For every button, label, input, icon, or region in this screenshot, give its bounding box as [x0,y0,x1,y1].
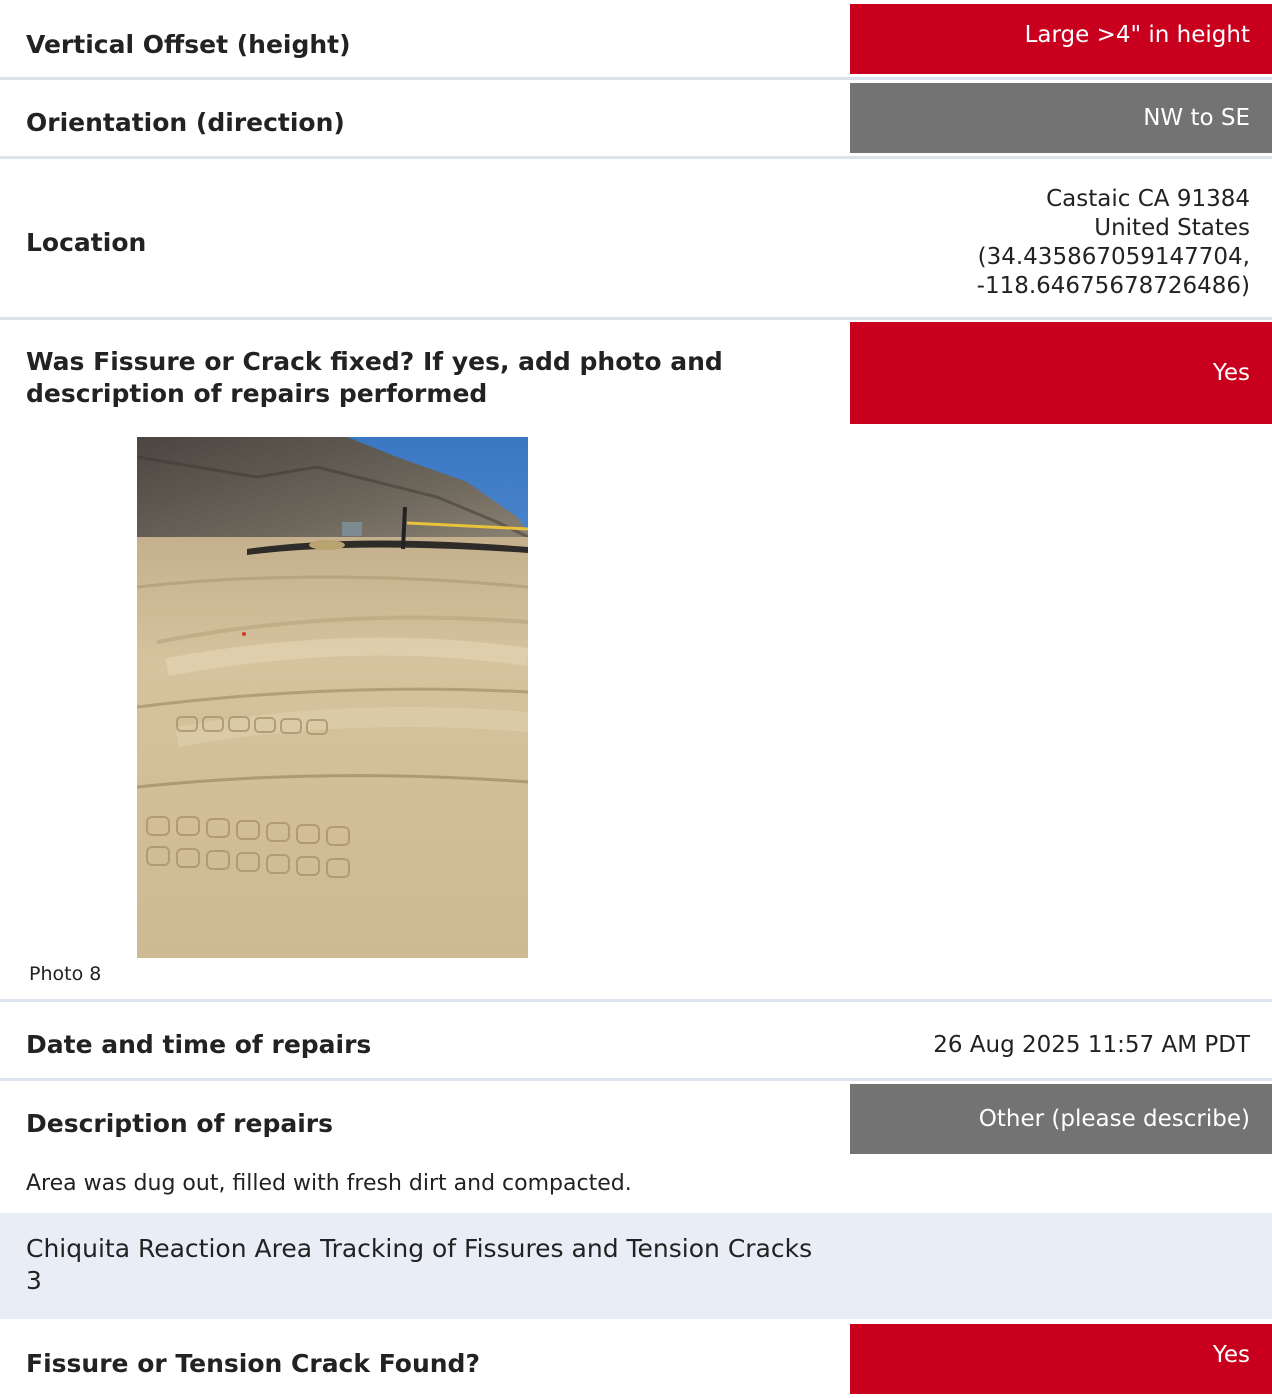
location-line: United States [1094,215,1250,241]
orientation-value-text: NW to SE [1143,105,1250,131]
divider [0,77,1272,80]
orientation-value: NW to SE [850,83,1272,153]
found-value-text: Yes [1212,1342,1250,1368]
location-line: Castaic CA 91384 [1046,186,1250,212]
location-line: -118.64675678726486) [976,273,1250,299]
divider [0,999,1272,1002]
fixed-value-text: Yes [1212,360,1250,386]
fixed-label: Was Fissure or Crack fixed? If yes, add … [26,347,723,408]
repair-description-value: Other (please describe) [850,1084,1272,1154]
divider [0,317,1272,320]
repair-description-label: Description of repairs [26,1109,333,1138]
divider [0,1078,1272,1081]
divider [0,156,1272,159]
vertical-offset-value: Large >4" in height [850,4,1272,74]
repair-photo[interactable] [137,437,528,958]
vertical-offset-label: Vertical Offset (height) [26,30,351,59]
location-label: Location [26,228,147,257]
vertical-offset-value-text: Large >4" in height [1024,22,1250,48]
location-value: Castaic CA 91384 United States (34.43586… [977,185,1250,301]
section-title: Chiquita Reaction Area Tracking of Fissu… [26,1234,813,1295]
found-label: Fissure or Tension Crack Found? [26,1349,480,1378]
orientation-label: Orientation (direction) [26,108,345,137]
repair-datetime-value: 26 Aug 2025 11:57 AM PDT [933,1032,1250,1058]
photo-caption: Photo 8 [29,963,102,985]
location-line: (34.435867059147704, [977,244,1250,270]
fixed-value: Yes [850,322,1272,424]
found-value: Yes [850,1324,1272,1394]
repair-photo-image [137,437,528,958]
repair-description-text: Area was dug out, filled with fresh dirt… [26,1171,632,1196]
repair-datetime-label: Date and time of repairs [26,1030,372,1059]
repair-description-value-text: Other (please describe) [978,1106,1250,1132]
